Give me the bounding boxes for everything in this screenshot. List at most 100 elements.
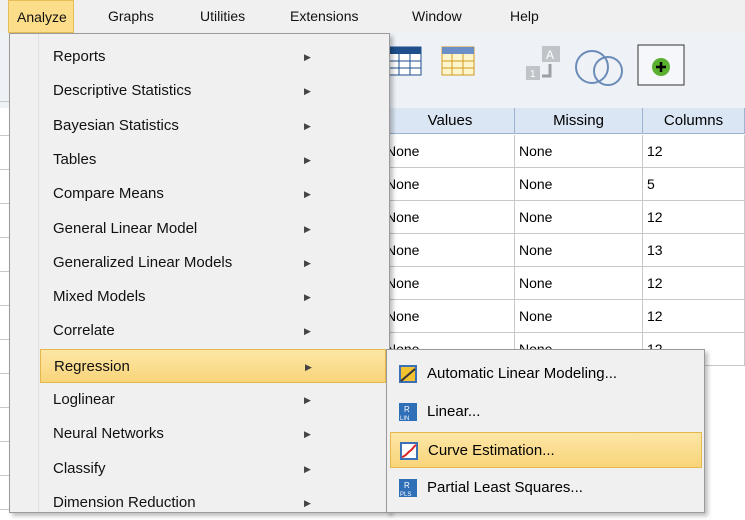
svg-text:PLS: PLS xyxy=(400,492,411,497)
submenu-item-automatic-linear-modeling[interactable]: Automatic Linear Modeling... xyxy=(390,356,702,392)
grid-cell[interactable]: 12 xyxy=(643,267,745,300)
menu-item-label: Classify xyxy=(53,459,106,477)
submenu-arrow-icon: ▶ xyxy=(304,257,311,268)
menu-item-label: Tables xyxy=(53,150,97,168)
menu-extensions-label: Extensions xyxy=(290,8,359,24)
menu-extensions[interactable]: Extensions xyxy=(290,0,358,33)
data-grid-icon[interactable] xyxy=(441,46,475,76)
submenu-arrow-icon: ▶ xyxy=(304,223,311,234)
add-on-icon[interactable] xyxy=(637,44,685,86)
svg-text:R: R xyxy=(404,405,410,414)
grid-cell[interactable]: None xyxy=(386,135,515,168)
submenu-label: Automatic Linear Modeling... xyxy=(427,365,618,382)
grid-cell[interactable]: 13 xyxy=(643,234,745,267)
venn-sets-icon[interactable] xyxy=(572,47,628,87)
menu-window-label: Window xyxy=(412,8,462,24)
submenu-item-curve-estimation[interactable]: Curve Estimation... xyxy=(390,432,702,468)
menu-item-loglinear[interactable]: Loglinear ▶ xyxy=(40,383,386,417)
linear-regression-icon: R LIN xyxy=(399,403,417,421)
submenu-item-partial-least-squares[interactable]: R PLS Partial Least Squares... xyxy=(390,470,702,506)
column-header-columns[interactable]: Columns xyxy=(643,108,745,134)
menu-analyze[interactable]: Analyze xyxy=(8,0,74,33)
menu-item-label: Correlate xyxy=(53,322,115,340)
menu-item-descriptive-statistics[interactable]: Descriptive Statistics ▶ xyxy=(40,74,386,108)
menu-help[interactable]: Help xyxy=(510,0,539,33)
menu-analyze-label: Analyze xyxy=(17,9,67,25)
menu-item-label: Compare Means xyxy=(53,185,164,203)
grid-cell[interactable]: 5 xyxy=(643,168,745,201)
menu-utilities-label: Utilities xyxy=(200,8,246,24)
menu-window[interactable]: Window xyxy=(412,0,462,33)
submenu-label: Partial Least Squares... xyxy=(427,479,583,496)
regression-submenu: Automatic Linear Modeling... R LIN Linea… xyxy=(386,349,705,513)
menu-item-regression[interactable]: Regression ▶ xyxy=(40,348,386,383)
menu-item-correlate[interactable]: Correlate ▶ xyxy=(40,314,386,348)
submenu-arrow-icon: ▶ xyxy=(304,395,311,405)
svg-text:R: R xyxy=(404,481,410,490)
menu-item-classify[interactable]: Classify ▶ xyxy=(40,452,386,486)
menu-item-generalized-linear-models[interactable]: Generalized Linear Models ▶ xyxy=(40,246,386,280)
menu-item-label: Bayesian Statistics xyxy=(53,116,179,134)
analyze-menu: Reports ▶ Descriptive Statistics ▶ Bayesian … xyxy=(9,33,390,513)
curve-estimation-icon xyxy=(400,442,418,460)
menu-item-general-linear-model[interactable]: General Linear Model ▶ xyxy=(40,212,386,246)
grid-cell[interactable]: None xyxy=(515,267,643,300)
grid-cell[interactable]: 12 xyxy=(643,135,745,168)
variables-grid-icon[interactable] xyxy=(388,46,422,76)
menu-utilities[interactable]: Utilities xyxy=(200,0,245,33)
submenu-arrow-icon: ▶ xyxy=(304,429,311,440)
grid-cell[interactable]: None xyxy=(386,168,515,201)
grid-cell[interactable]: None xyxy=(386,201,515,234)
svg-text:A: A xyxy=(546,48,554,62)
menu-item-neural-networks[interactable]: Neural Networks ▶ xyxy=(40,417,386,451)
menu-help-label: Help xyxy=(510,8,539,24)
menu-item-label: Descriptive Statistics xyxy=(53,82,192,100)
menu-item-reports[interactable]: Reports ▶ xyxy=(40,40,386,74)
grid-cell[interactable]: None xyxy=(515,300,643,333)
submenu-arrow-icon: ▶ xyxy=(304,463,311,474)
grid-cell[interactable]: None xyxy=(515,135,643,168)
menu-item-bayesian-statistics[interactable]: Bayesian Statistics ▶ xyxy=(40,109,386,143)
grid-cell[interactable]: None xyxy=(515,168,643,201)
grid-cell[interactable]: 12 xyxy=(643,300,745,333)
submenu-item-linear[interactable]: R LIN Linear... xyxy=(390,394,702,430)
grid-cell[interactable]: None xyxy=(386,234,515,267)
value-labels-icon[interactable]: A 1 xyxy=(522,44,568,82)
menu-item-mixed-models[interactable]: Mixed Models ▶ xyxy=(40,280,386,314)
submenu-arrow-icon: ▶ xyxy=(304,52,311,62)
svg-text:LIN: LIN xyxy=(400,416,409,421)
menu-item-label: Generalized Linear Models xyxy=(53,253,233,271)
column-header-values[interactable]: Values xyxy=(386,108,515,134)
menu-item-label: Reports xyxy=(53,48,106,65)
submenu-arrow-icon: ▶ xyxy=(305,361,312,372)
grid-cell[interactable]: None xyxy=(386,267,515,300)
menu-item-label: General Linear Model xyxy=(53,219,198,237)
grid-cell[interactable]: None xyxy=(386,300,515,333)
submenu-arrow-icon: ▶ xyxy=(304,292,311,303)
menu-bar: Analyze Graphs Utilities Extensions Wind… xyxy=(0,0,745,33)
grid-cell[interactable]: None xyxy=(515,201,643,234)
automatic-linear-modeling-icon xyxy=(399,365,417,383)
submenu-arrow-icon: ▶ xyxy=(304,326,311,337)
grid-cell[interactable]: 12 xyxy=(643,201,745,234)
menu-item-label: Dimension Reduction xyxy=(53,493,196,511)
submenu-label: Curve Estimation... xyxy=(428,442,555,459)
submenu-label: Linear... xyxy=(427,403,481,420)
submenu-arrow-icon: ▶ xyxy=(304,120,311,131)
partial-least-squares-icon: R PLS xyxy=(399,479,417,497)
menu-graphs[interactable]: Graphs xyxy=(108,0,154,33)
menu-item-tables[interactable]: Tables ▶ xyxy=(40,143,386,177)
submenu-arrow-icon: ▶ xyxy=(304,189,311,200)
menu-item-label: Regression xyxy=(54,357,130,375)
menu-item-label: Loglinear xyxy=(53,391,115,408)
submenu-arrow-icon: ▶ xyxy=(304,497,311,508)
menu-item-label: Mixed Models xyxy=(53,288,146,306)
submenu-arrow-icon: ▶ xyxy=(304,86,311,97)
menu-item-compare-means[interactable]: Compare Means ▶ xyxy=(40,177,386,211)
menu-item-dimension-reduction[interactable]: Dimension Reduction ▶ xyxy=(40,486,386,520)
menu-item-label: Neural Networks xyxy=(53,425,164,443)
menu-graphs-label: Graphs xyxy=(108,8,154,24)
grid-cell[interactable]: None xyxy=(515,234,643,267)
submenu-arrow-icon: ▶ xyxy=(304,154,311,165)
column-header-missing[interactable]: Missing xyxy=(515,108,643,134)
